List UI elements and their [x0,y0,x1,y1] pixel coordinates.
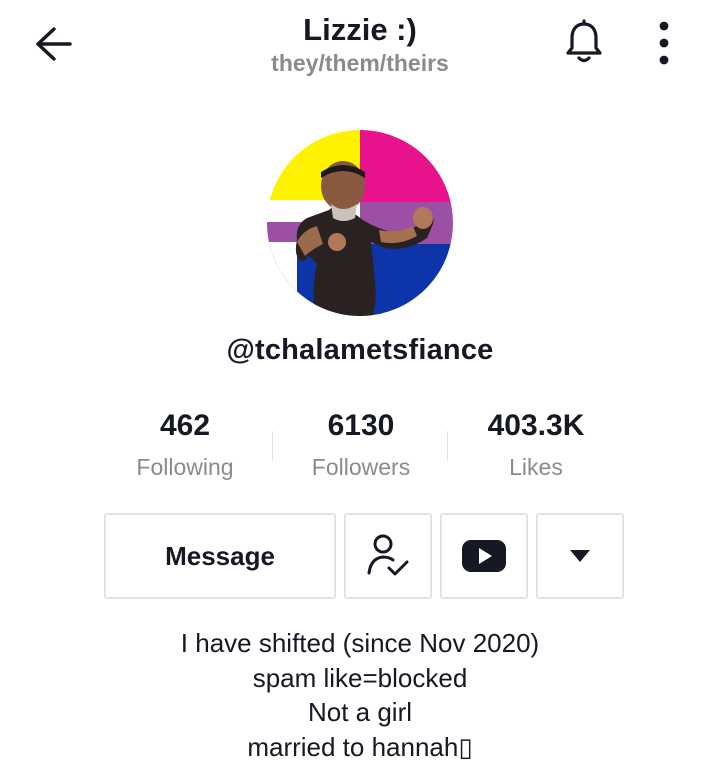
pronouns: they/them/theirs [271,50,449,76]
notification-bell-button[interactable] [560,18,608,66]
avatar-image [267,130,453,316]
following-count: 462 [159,409,211,442]
display-name: Lizzie :) [303,12,417,47]
suggested-accounts-dropdown[interactable] [536,513,624,599]
message-button-label: Message [165,540,275,571]
following-status-button[interactable] [344,513,432,599]
bio-line: I have shifted (since Nov 2020) [180,628,540,658]
bio-line: Not a girl [307,697,413,727]
bell-icon [566,19,602,63]
profile-header: Lizzie :) they/them/theirs [160,12,560,77]
stat-followers[interactable]: 6130 Followers [271,408,451,482]
profile-page: Lizzie :) they/them/theirs @tchalametsfi… [0,0,720,776]
username: @tchalametsfiance [226,334,494,366]
following-label: Following [136,454,234,480]
back-button[interactable] [30,24,78,64]
bio: I have shifted (since Nov 2020) spam lik… [0,626,720,764]
followers-count: 6130 [327,409,395,442]
more-options-button[interactable] [644,18,684,68]
likes-label: Likes [509,454,563,480]
stat-likes[interactable]: 403.3K Likes [446,408,626,482]
message-button[interactable]: Message [104,513,336,599]
arrow-left-icon [36,27,72,61]
avatar[interactable] [267,130,453,316]
stat-following[interactable]: 462 Following [95,408,275,482]
triangle-down-icon [570,550,590,562]
user-check-icon [367,534,409,576]
youtube-button[interactable] [440,513,528,599]
bio-line: married to hannah▯ [247,731,473,762]
followers-label: Followers [311,454,411,480]
more-vertical-icon [659,21,669,65]
likes-count: 403.3K [487,409,585,442]
bio-line: spam like=blocked [252,662,468,693]
youtube-icon [462,540,506,572]
